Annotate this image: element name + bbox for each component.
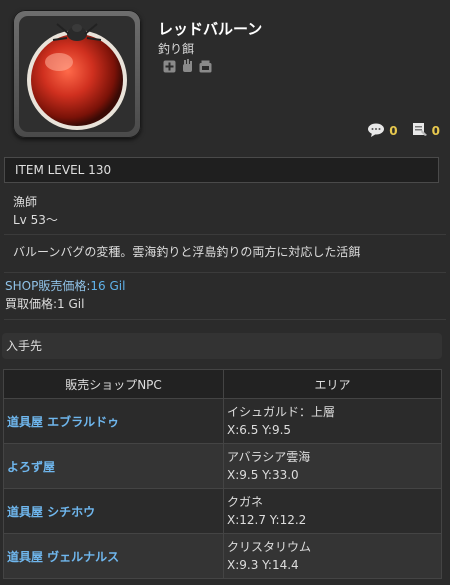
- area-coords: X:9.5 Y:33.0: [227, 468, 299, 482]
- price-block: SHOP販売価格:16 Gil 買取価格:1 Gil: [5, 277, 125, 313]
- item-header: レッドバルーン 釣り餌 0 0: [0, 0, 450, 150]
- table-row: 道具屋 エブラルドゥ イシュガルド：上層 X:6.5 Y:9.5: [3, 398, 442, 444]
- area-cell: イシュガルド：上層 X:6.5 Y:9.5: [223, 398, 442, 444]
- npc-link[interactable]: よろず屋: [7, 460, 55, 474]
- item-icon-frame: [13, 10, 141, 138]
- npc-cell: よろず屋: [3, 443, 224, 489]
- table-row: よろず屋 アバラシア雲海 X:9.5 Y:33.0: [3, 443, 442, 489]
- job-name: 漁師: [13, 195, 38, 209]
- comment-count: 0: [389, 124, 398, 138]
- acquisition-header: 入手先: [2, 333, 442, 359]
- npc-link[interactable]: 道具屋 エブラルドゥ: [7, 415, 119, 429]
- job-level: Lv 53～: [13, 213, 58, 227]
- vendor-icon[interactable]: [198, 59, 212, 73]
- divider: [4, 272, 446, 273]
- hand-icon[interactable]: [180, 59, 194, 73]
- table-row: 道具屋 シチホウ クガネ X:12.7 Y:12.2: [3, 488, 442, 534]
- item-badges: [162, 59, 212, 73]
- bookmark-count: 0: [431, 124, 440, 138]
- comment-icon[interactable]: [367, 123, 385, 140]
- npc-cell: 道具屋 ヴェルナルス: [3, 533, 224, 579]
- bookmark-icon[interactable]: [412, 122, 428, 140]
- divider: [4, 319, 446, 320]
- table-row: 道具屋 ヴェルナルス クリスタリウム X:9.3 Y:14.4: [3, 533, 442, 579]
- area-coords: X:6.5 Y:9.5: [227, 423, 292, 437]
- npc-cell: 道具屋 シチホウ: [3, 488, 224, 534]
- buy-price-value: 1 Gil: [57, 297, 85, 311]
- area-cell: クガネ X:12.7 Y:12.2: [223, 488, 442, 534]
- npc-cell: 道具屋 エブラルドゥ: [3, 398, 224, 444]
- red-balloon-icon: [27, 23, 127, 130]
- shop-price-value: 16 Gil: [90, 279, 126, 293]
- npc-link[interactable]: 道具屋 シチホウ: [7, 505, 95, 519]
- area-name: クガネ: [227, 495, 264, 509]
- item-category: 釣り餌: [158, 42, 195, 56]
- area-name: クリスタリウム: [227, 540, 312, 554]
- area-name: アバラシア雲海: [227, 450, 311, 464]
- area-coords: X:12.7 Y:12.2: [227, 513, 307, 527]
- item-description: バルーンバグの変種。雲海釣りと浮島釣りの両方に対応した活餌: [13, 245, 361, 259]
- shop-table: 販売ショップNPC エリア 道具屋 エブラルドゥ イシュガルド：上層 X:6.5…: [3, 369, 442, 579]
- column-header-area: エリア: [223, 369, 442, 399]
- job-requirement: 漁師 Lv 53～: [13, 193, 58, 229]
- plus-icon[interactable]: [162, 59, 176, 73]
- area-coords: X:9.3 Y:14.4: [227, 558, 299, 572]
- divider: [4, 234, 446, 235]
- item-stats: 0 0: [367, 122, 440, 140]
- area-name: イシュガルド：上層: [227, 405, 336, 419]
- buy-price-label: 買取価格:: [5, 297, 58, 311]
- npc-link[interactable]: 道具屋 ヴェルナルス: [7, 550, 119, 564]
- shop-price-label: SHOP販売価格:: [5, 279, 91, 293]
- area-cell: クリスタリウム X:9.3 Y:14.4: [223, 533, 442, 579]
- column-header-npc: 販売ショップNPC: [3, 369, 224, 399]
- item-name: レッドバルーン: [158, 20, 263, 38]
- item-level-bar: ITEM LEVEL 130: [4, 157, 439, 183]
- area-cell: アバラシア雲海 X:9.5 Y:33.0: [223, 443, 442, 489]
